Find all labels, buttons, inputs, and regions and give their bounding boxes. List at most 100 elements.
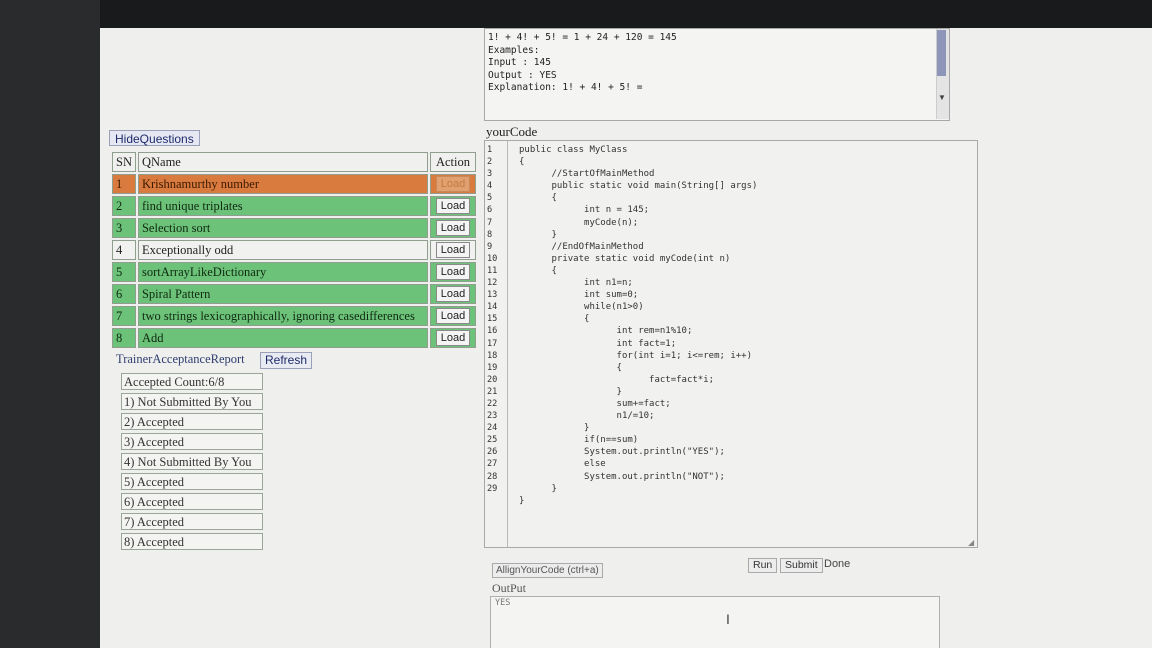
code-line: {	[519, 157, 525, 168]
line-number: 29	[487, 483, 498, 494]
action-cell: Load	[430, 262, 476, 282]
output-label: OutPut	[492, 581, 527, 595]
submit-button[interactable]: Submit	[780, 558, 823, 573]
code-line: int n = 145;	[519, 205, 650, 216]
status-item: 6) Accepted	[121, 493, 263, 510]
question-sn: 2	[112, 196, 136, 216]
line-number: 14	[487, 302, 498, 313]
question-sn: 1	[112, 174, 136, 194]
line-number: 12	[487, 278, 498, 289]
load-button[interactable]: Load	[435, 220, 471, 236]
code-area[interactable]: public class MyClass { //StartOfMainMetho…	[519, 144, 757, 507]
line-number: 23	[487, 411, 498, 422]
table-row: 2 find unique triplates Load	[112, 196, 476, 216]
table-row: 1 Krishnamurthy number Load	[112, 174, 476, 194]
question-name: Spiral Pattern	[137, 284, 428, 304]
line-number: 8	[487, 229, 493, 240]
code-line: n1/=10;	[519, 411, 655, 422]
line-number: 20	[487, 374, 498, 385]
line-number: 9	[487, 241, 493, 252]
your-code-label: yourCode	[486, 124, 538, 139]
line-number: 28	[487, 471, 498, 482]
line-number: 17	[487, 338, 498, 349]
header-action: Action	[430, 152, 476, 172]
code-line: public class MyClass	[519, 145, 628, 155]
line-number: 19	[487, 362, 498, 373]
code-line: System.out.println("NOT");	[519, 471, 725, 482]
load-button[interactable]: Load	[435, 286, 471, 302]
output-value: YES	[495, 598, 511, 608]
action-cell: Load	[430, 328, 476, 348]
table-header-row: SN QName Action	[112, 152, 476, 172]
line-number: 13	[487, 290, 498, 301]
code-line: int fact=1;	[519, 338, 677, 349]
action-cell: Load	[430, 284, 476, 304]
question-name: Selection sort	[137, 218, 428, 238]
line-number: 26	[487, 447, 498, 458]
question-sn: 4	[112, 240, 136, 260]
table-row: 5 sortArrayLikeDictionary Load	[112, 262, 476, 282]
action-cell: Load	[430, 306, 476, 326]
done-button[interactable]: Done	[824, 558, 850, 570]
status-item: 7) Accepted	[121, 513, 263, 530]
text-cursor-icon: I	[726, 611, 730, 627]
load-button[interactable]: Load	[435, 308, 471, 324]
load-button[interactable]: Load	[435, 330, 471, 346]
code-line: {	[519, 193, 557, 204]
scroll-down-arrow-icon[interactable]: ▼	[937, 93, 947, 103]
run-button[interactable]: Run	[748, 558, 778, 573]
action-cell: Load	[430, 174, 476, 194]
table-row: 3 Selection sort Load	[112, 218, 476, 238]
status-item: 4) Not Submitted By You	[121, 453, 263, 470]
monitor-bezel-top	[0, 0, 1152, 30]
code-line: }	[519, 495, 525, 506]
questions-table: SN QName Action 1 Krishnamurthy number L…	[110, 150, 478, 350]
problem-line: Output : YES	[488, 69, 557, 81]
code-line: int sum=0;	[519, 290, 639, 301]
resize-handle-icon[interactable]: ◢	[968, 538, 976, 547]
load-button[interactable]: Load	[435, 176, 471, 192]
table-row: 8 Add Load	[112, 328, 476, 348]
code-line: int n1=n;	[519, 278, 633, 289]
problem-description[interactable]: 1! + 4! + 5! = 1 + 24 + 120 = 145 Exampl…	[484, 28, 950, 121]
question-name: Exceptionally odd	[137, 240, 428, 260]
question-name: Add	[137, 328, 428, 348]
code-line: if(n==sum)	[519, 435, 639, 446]
action-cell: Load	[430, 218, 476, 238]
problem-scrollbar-thumb[interactable]	[937, 30, 946, 76]
code-line: fact=fact*i;	[519, 374, 715, 385]
question-sn: 3	[112, 218, 136, 238]
load-button[interactable]: Load	[435, 264, 471, 280]
load-button[interactable]: Load	[435, 198, 471, 214]
question-sn: 7	[112, 306, 136, 326]
line-number: 1	[487, 145, 493, 155]
action-cell: Load	[430, 196, 476, 216]
allign-your-code-button[interactable]: AllignYourCode (ctrl+a)	[492, 563, 603, 578]
load-button[interactable]: Load	[435, 242, 471, 258]
code-editor[interactable]: 1 2 3 4 5 6 7 8 9 10 11 12 13 14 15 16 17 18 19 20 21 22 23 24 2…	[484, 140, 978, 548]
status-item: 1) Not Submitted By You	[121, 393, 263, 410]
question-name: sortArrayLikeDictionary	[137, 262, 428, 282]
question-name: find unique triplates	[137, 196, 428, 216]
line-number: 10	[487, 253, 498, 264]
problem-line: Explanation: 1! + 4! + 5! =	[488, 82, 643, 93]
line-number: 2	[487, 157, 493, 168]
line-number: 25	[487, 435, 498, 446]
line-number: 22	[487, 398, 498, 409]
hide-questions-button[interactable]: HideQuestions	[109, 130, 200, 146]
header-qname: QName	[137, 152, 428, 172]
code-line: {	[519, 362, 622, 373]
accepted-count: Accepted Count:6/8	[121, 373, 263, 390]
refresh-button[interactable]: Refresh	[260, 352, 313, 369]
line-number: 6	[487, 205, 493, 216]
code-line: //StartOfMainMethod	[519, 169, 655, 180]
problem-line: Input : 145	[488, 57, 551, 68]
status-item: 8) Accepted	[121, 533, 263, 550]
header-sn: SN	[112, 152, 136, 172]
line-number: 24	[487, 423, 498, 434]
question-sn: 8	[112, 328, 136, 348]
output-box[interactable]: YES	[490, 596, 940, 648]
code-line: }	[519, 483, 557, 494]
question-sn: 5	[112, 262, 136, 282]
problem-line: Examples:	[488, 44, 540, 56]
